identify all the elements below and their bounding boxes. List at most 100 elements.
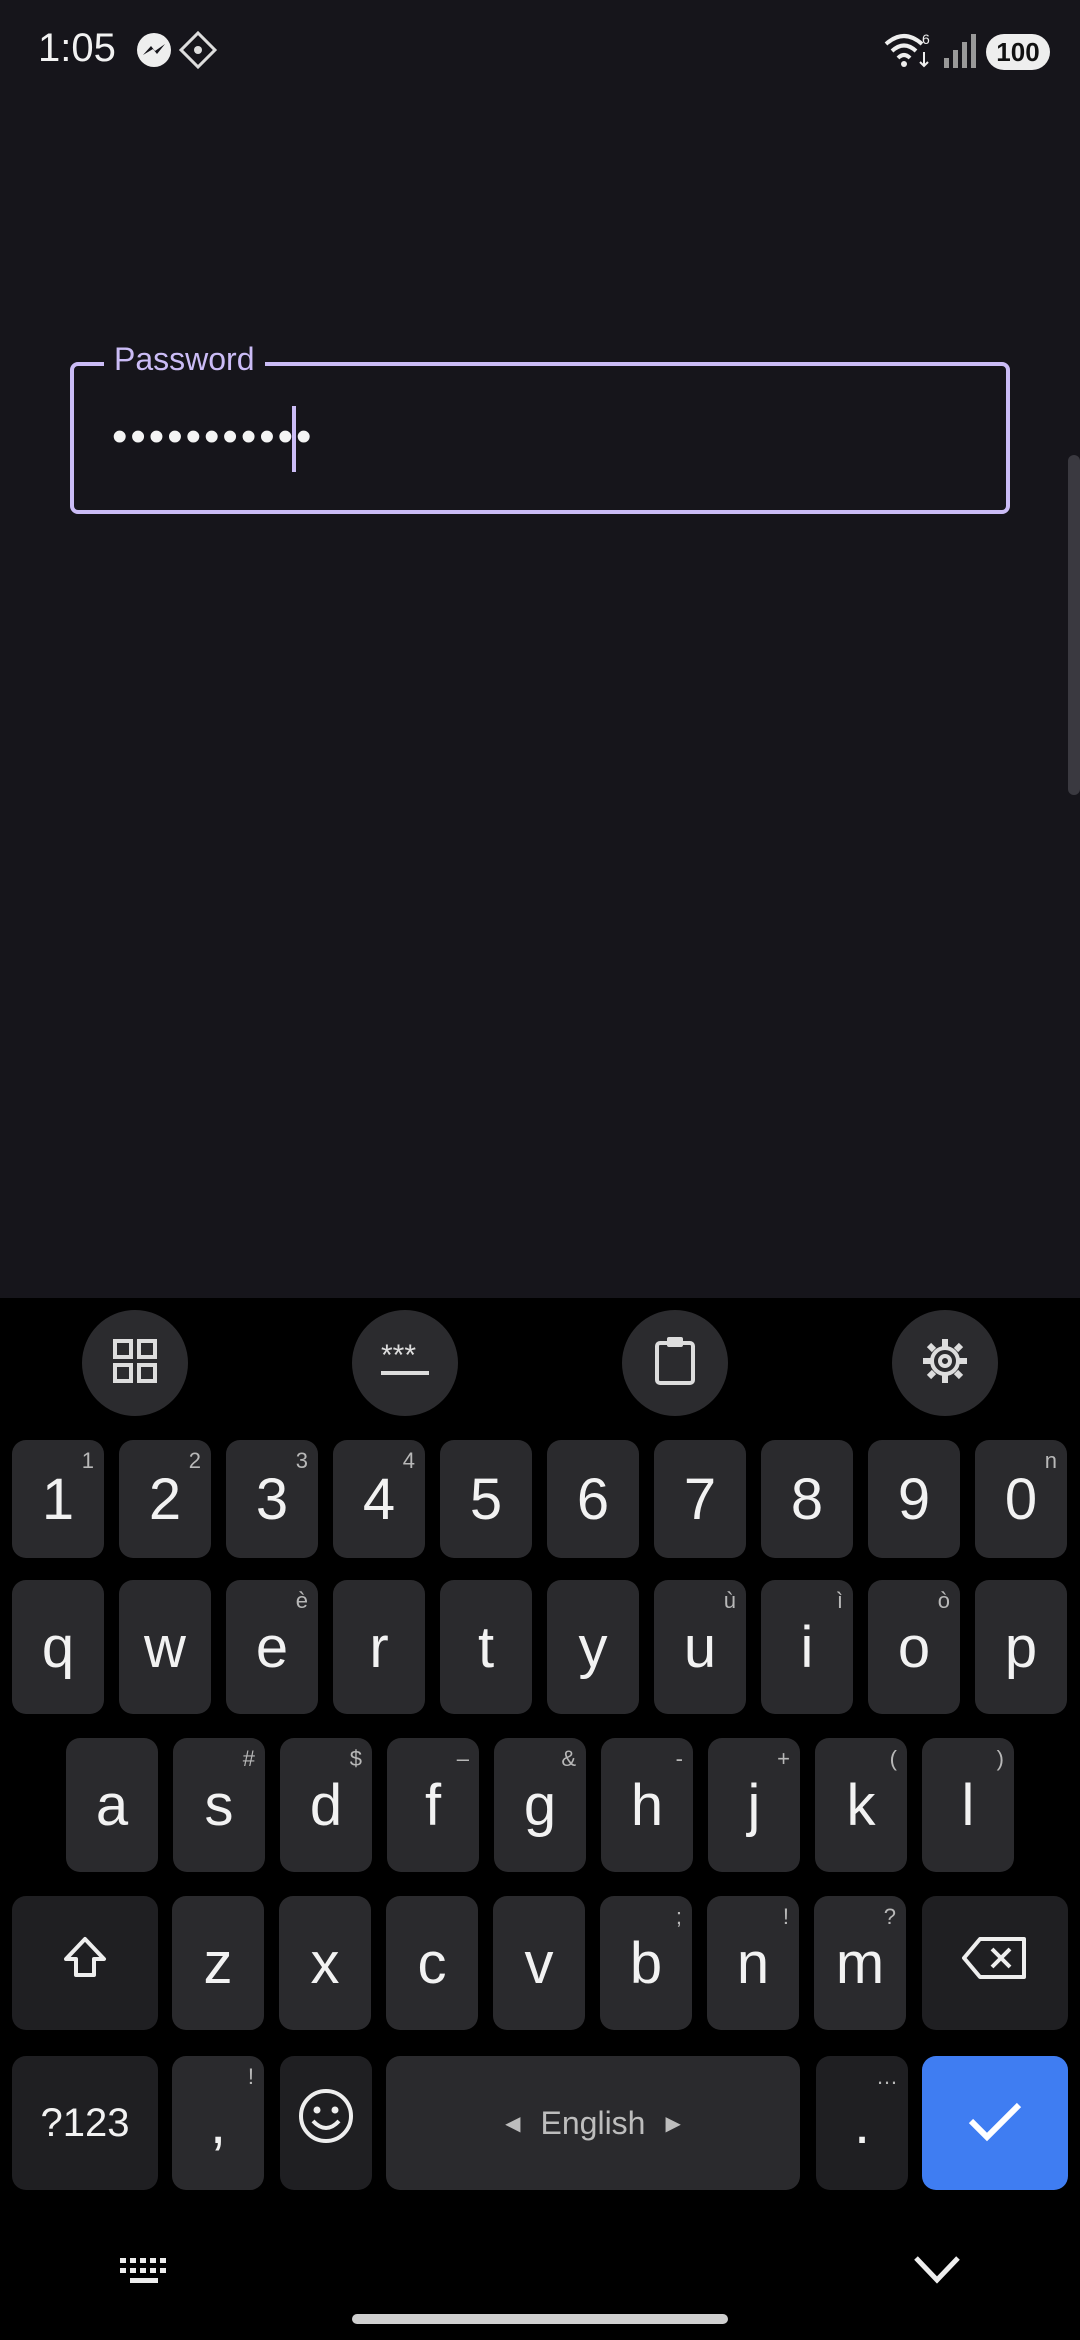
shift-key[interactable] — [12, 1896, 158, 2030]
messenger-icon — [134, 30, 178, 74]
key-0[interactable]: 0n — [975, 1440, 1067, 1558]
key-label: n — [736, 1930, 770, 1996]
key-j[interactable]: j + — [708, 1738, 800, 1872]
shift-icon — [60, 1930, 110, 1997]
key-label: w — [144, 1614, 186, 1680]
key-label: f — [424, 1772, 442, 1838]
key-r[interactable]: r — [333, 1580, 425, 1714]
key-hint: - — [675, 1746, 683, 1771]
svg-text:***: *** — [381, 1341, 416, 1372]
key-label: t — [477, 1614, 495, 1680]
keyboard-switch-icon[interactable] — [118, 2256, 170, 2293]
backspace-key[interactable] — [922, 1896, 1068, 2030]
key-label: 4 — [362, 1466, 396, 1532]
key-label: e — [255, 1614, 289, 1680]
key-1[interactable]: 11 — [12, 1440, 104, 1558]
key-label: a — [95, 1772, 129, 1838]
key-t[interactable]: t — [440, 1580, 532, 1714]
scrollbar[interactable] — [1068, 455, 1080, 795]
key-hint: + — [777, 1746, 790, 1771]
key-label: 9 — [897, 1466, 931, 1532]
key-w[interactable]: w — [119, 1580, 211, 1714]
key-v[interactable]: v — [493, 1896, 585, 2030]
key-n[interactable]: n! — [707, 1896, 799, 2030]
emoji-key[interactable] — [280, 2056, 372, 2190]
key-label: v — [524, 1930, 554, 1996]
password-label: Password — [104, 341, 265, 378]
key-5[interactable]: 5 — [440, 1440, 532, 1558]
key-i[interactable]: iì — [761, 1580, 853, 1714]
key-hint: ; — [675, 1904, 682, 1929]
key-u[interactable]: uù — [654, 1580, 746, 1714]
key-b[interactable]: b; — [600, 1896, 692, 2030]
key-hint: ì — [836, 1588, 843, 1613]
key-9[interactable]: 9 — [868, 1440, 960, 1558]
password-mask-icon: *** — [377, 1339, 433, 1386]
key-4[interactable]: 44 — [333, 1440, 425, 1558]
key-label: j — [747, 1772, 761, 1838]
key-s[interactable]: s # — [173, 1738, 265, 1872]
key-hint: n — [1044, 1448, 1057, 1473]
key-label: r — [369, 1614, 389, 1680]
checkmark-icon — [967, 2090, 1023, 2157]
key-label: 1 — [41, 1466, 75, 1532]
key-8[interactable]: 8 — [761, 1440, 853, 1558]
text-cursor — [292, 406, 296, 472]
key-hint: & — [561, 1746, 576, 1771]
key-y[interactable]: y — [547, 1580, 639, 1714]
key-label: l — [961, 1772, 975, 1838]
key-6[interactable]: 6 — [547, 1440, 639, 1558]
key-label: d — [309, 1772, 343, 1838]
symbols-key[interactable]: ?123 — [12, 2056, 158, 2190]
key-label: g — [523, 1772, 557, 1838]
clipboard-icon — [653, 1335, 697, 1392]
key-e[interactable]: eè — [226, 1580, 318, 1714]
key-hint: 3 — [295, 1448, 308, 1473]
settings-gear-icon — [920, 1336, 970, 1391]
key-3[interactable]: 33 — [226, 1440, 318, 1558]
key-hint: 2 — [188, 1448, 201, 1473]
space-right-arrow: ▶ — [665, 2112, 681, 2135]
key-label: i — [800, 1614, 814, 1680]
clipboard-button[interactable] — [622, 1310, 728, 1416]
apps-grid-button[interactable] — [82, 1310, 188, 1416]
key-m[interactable]: m? — [814, 1896, 906, 2030]
hide-keyboard-icon[interactable] — [912, 2254, 962, 2289]
key-d[interactable]: d $ — [280, 1738, 372, 1872]
signal-icon — [940, 30, 984, 74]
key-hint: ! — [782, 1904, 789, 1929]
key-label: o — [897, 1614, 931, 1680]
key-h[interactable]: h- — [601, 1738, 693, 1872]
key-label: b — [629, 1930, 663, 1996]
space-key[interactable]: ◀ English ▶ — [386, 2056, 800, 2190]
period-key[interactable]: . … — [816, 2056, 908, 2190]
key-label: m — [835, 1930, 885, 1996]
status-time: 1:05 — [38, 26, 116, 70]
keyboard-settings-button[interactable] — [892, 1310, 998, 1416]
period-key-hint: … — [876, 2064, 898, 2089]
done-key[interactable] — [922, 2056, 1068, 2190]
comma-key[interactable]: , ! — [172, 2056, 264, 2190]
key-c[interactable]: c — [386, 1896, 478, 2030]
key-f[interactable]: f – — [387, 1738, 479, 1872]
password-mask-button[interactable]: *** — [352, 1310, 458, 1416]
key-label: h — [630, 1772, 664, 1838]
key-label: z — [203, 1930, 233, 1996]
key-k[interactable]: k( — [815, 1738, 907, 1872]
key-q[interactable]: q — [12, 1580, 104, 1714]
apps-grid-icon — [111, 1337, 159, 1390]
key-p[interactable]: p — [975, 1580, 1067, 1714]
key-g[interactable]: g & — [494, 1738, 586, 1872]
key-a[interactable]: a — [66, 1738, 158, 1872]
comma-key-label: , — [209, 2090, 227, 2156]
key-2[interactable]: 22 — [119, 1440, 211, 1558]
key-7[interactable]: 7 — [654, 1440, 746, 1558]
key-l[interactable]: l) — [922, 1738, 1014, 1872]
battery-icon: 100 — [986, 34, 1050, 70]
password-input[interactable]: ••••••••••• — [112, 412, 314, 462]
key-label: u — [683, 1614, 717, 1680]
key-x[interactable]: x — [279, 1896, 371, 2030]
key-o[interactable]: oò — [868, 1580, 960, 1714]
home-indicator[interactable] — [352, 2314, 728, 2324]
key-z[interactable]: z — [172, 1896, 264, 2030]
